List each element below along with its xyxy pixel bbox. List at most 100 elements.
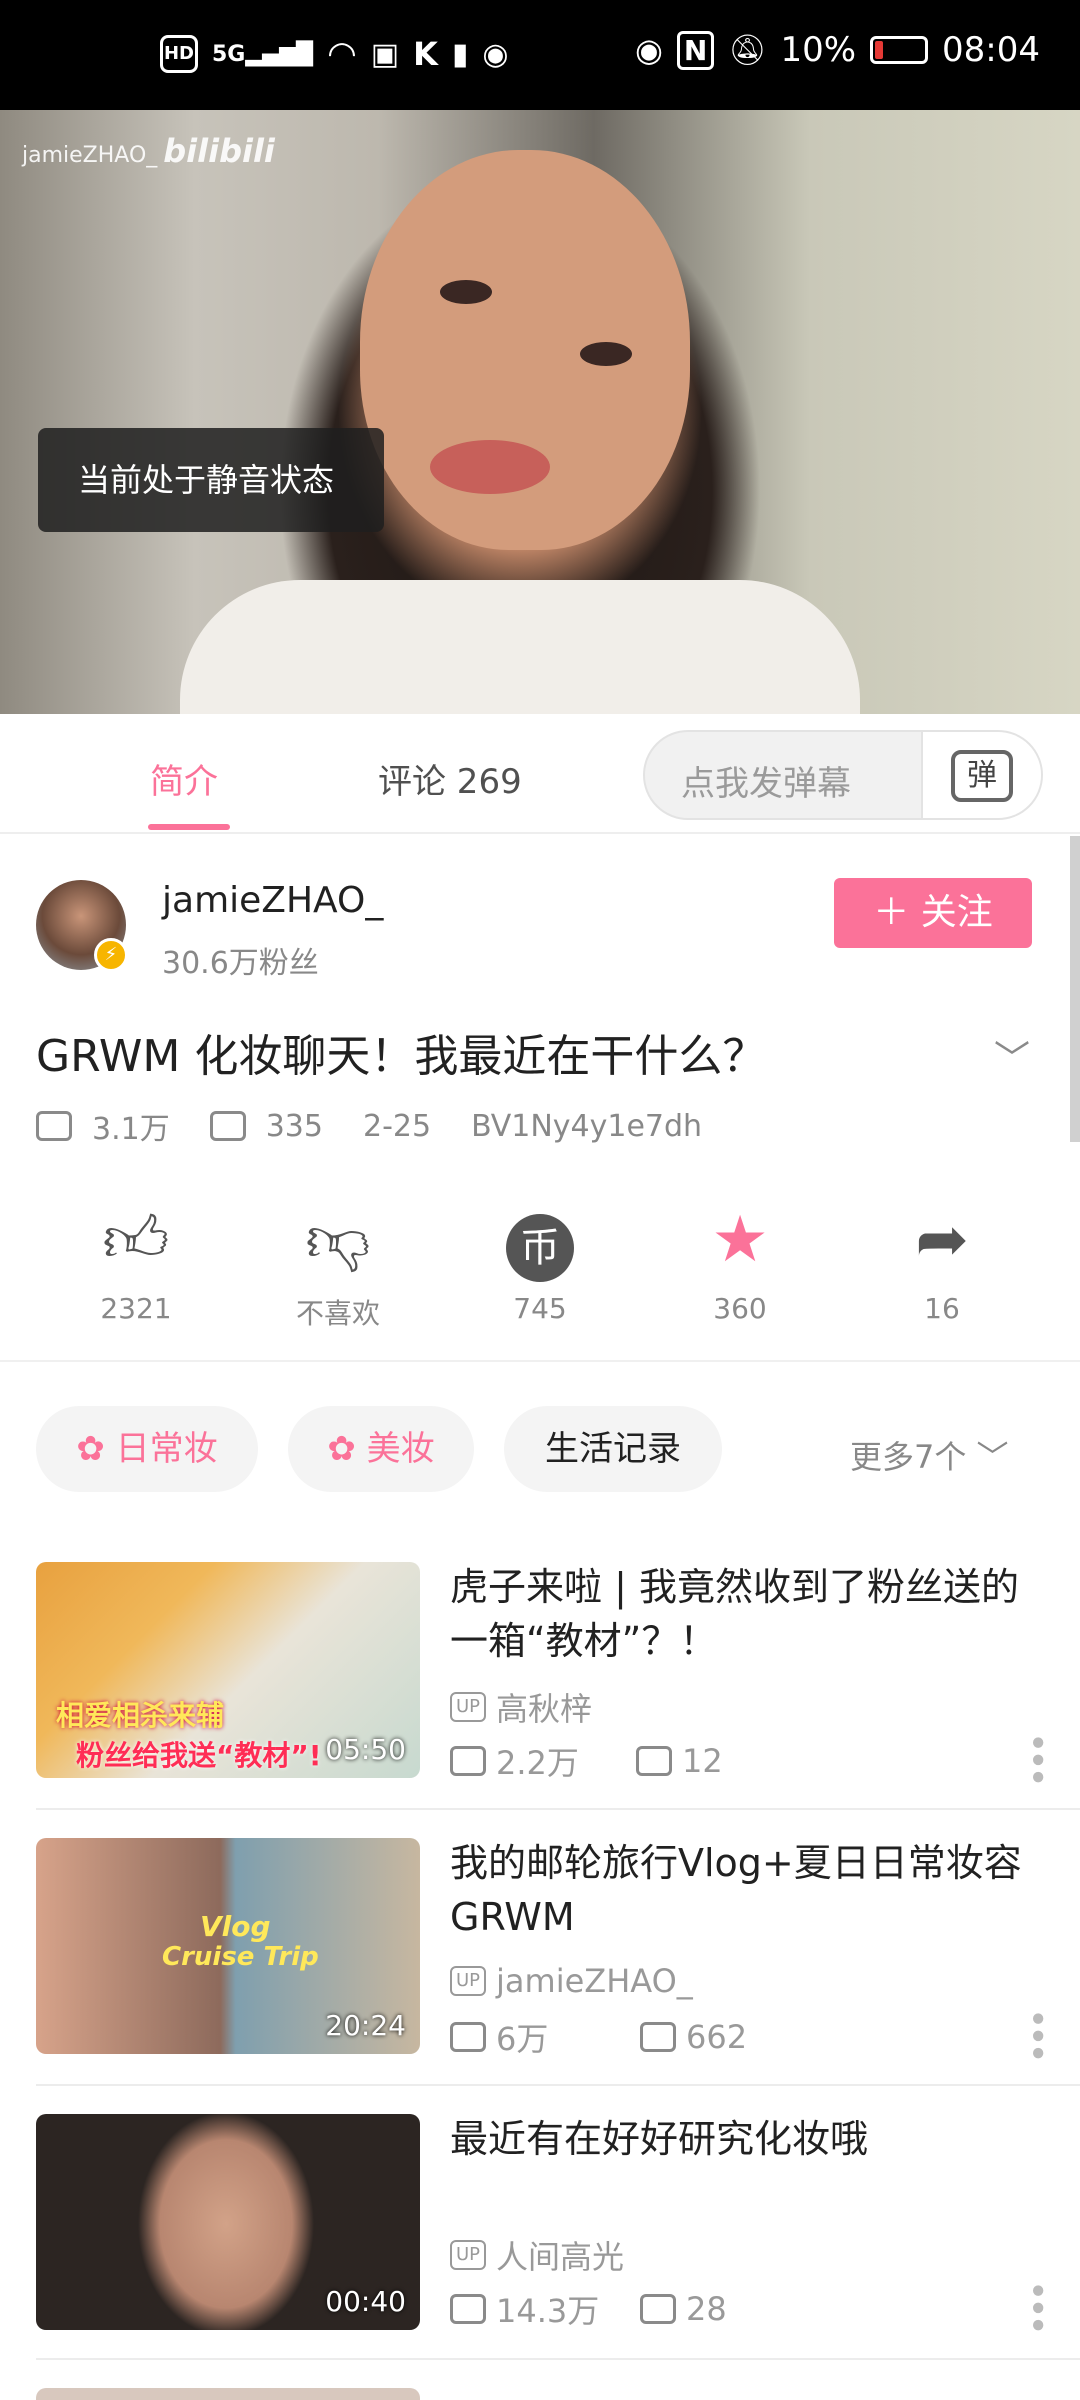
video-watermark: jamieZHAO_ bilibili bbox=[22, 132, 275, 170]
thumb-caption: 相爱相杀来辅 bbox=[56, 1699, 225, 1732]
thumb-caption: Vlog bbox=[200, 1910, 271, 1943]
more-options-icon[interactable]: ••• bbox=[1016, 1732, 1057, 1784]
tab-comments[interactable]: 评论 269 bbox=[378, 754, 522, 803]
tv-icon: ▣ bbox=[370, 36, 400, 72]
watermark-brand: bilibili bbox=[163, 132, 275, 170]
hd-icon: HD bbox=[160, 35, 198, 73]
video-thumbnail[interactable]: Vlog Cruise Trip 20:24 bbox=[36, 1838, 420, 2054]
danmaku-count-icon bbox=[209, 1111, 246, 1141]
more-tags-button[interactable]: 更多7个 ﹀ bbox=[850, 1432, 1009, 1478]
video-frame-lips bbox=[430, 440, 550, 494]
star-icon: ★ bbox=[711, 1203, 769, 1277]
danmaku-count: 28 bbox=[686, 2290, 727, 2328]
share-button[interactable]: ➦ 16 bbox=[862, 1200, 1022, 1325]
thumb-caption: Cruise Trip bbox=[162, 1942, 319, 1972]
danmaku-toggle-button[interactable]: 弹 bbox=[921, 732, 1041, 818]
view-count: 6万 bbox=[496, 2020, 549, 2058]
tag-label: 日常妆 bbox=[115, 1429, 218, 1469]
related-uploader: UP 人间高光 bbox=[450, 2232, 624, 2278]
danmaku-input[interactable]: 点我发弹幕 弹 bbox=[643, 730, 1043, 820]
tag-label: 生活记录 bbox=[545, 1429, 681, 1469]
danmaku-count: 662 bbox=[686, 2018, 748, 2056]
danmaku-count: 12 bbox=[682, 1742, 723, 1780]
wifi-icon: ◠ bbox=[327, 34, 357, 74]
status-bar: HD 5G▂▄▆█ ◠ ▣ K ▮ ◉ ◉ N 🔕︎ 10% 08:04 bbox=[0, 0, 1080, 110]
uploader-name: 人间高光 bbox=[496, 2238, 625, 2276]
video-thumbnail[interactable]: 00:40 bbox=[36, 2114, 420, 2330]
divider bbox=[36, 2358, 1080, 2360]
signal-5g-icon: 5G▂▄▆█ bbox=[212, 41, 314, 67]
more-tags-label: 更多7个 bbox=[850, 1438, 967, 1476]
battery-icon bbox=[870, 36, 929, 64]
tag-bar: ✿ 日常妆 ✿ 美妆 生活记录 更多7个 ﹀ bbox=[0, 1400, 1080, 1500]
video-duration: 20:24 bbox=[325, 2009, 406, 2042]
related-stats: 2.2万 12 bbox=[450, 1738, 723, 1784]
play-count-icon bbox=[450, 2294, 486, 2324]
related-video-title: 虎子来啦 | 我竟然收到了粉丝送的一箱“教材”？！ bbox=[450, 1565, 1019, 1663]
view-count: 14.3万 bbox=[496, 2292, 600, 2330]
view-count: 3.1万 bbox=[92, 1112, 170, 1147]
eye-icon: ◉ bbox=[634, 31, 663, 69]
mute-icon: 🔕︎ bbox=[728, 32, 767, 68]
dislike-button[interactable]: 👎︎ 不喜欢 bbox=[258, 1200, 418, 1332]
related-stats: 14.3万 28 bbox=[450, 2286, 727, 2332]
like-count: 2321 bbox=[100, 1292, 172, 1325]
play-count-icon bbox=[450, 2022, 486, 2052]
uploader-name: 高秋梓 bbox=[496, 1690, 593, 1728]
cluster-icon: ✿ bbox=[76, 1429, 116, 1469]
favorite-button[interactable]: ★ 360 bbox=[660, 1200, 820, 1325]
video-frame-face bbox=[360, 150, 690, 550]
battery-percent: 10% bbox=[780, 30, 857, 70]
up-badge-icon: UP bbox=[450, 2240, 487, 2270]
related-video-card-partial[interactable] bbox=[36, 2388, 420, 2400]
related-video-title: 最近有在好好研究化妆哦 bbox=[450, 2117, 869, 2161]
tab-intro[interactable]: 简介 bbox=[150, 754, 218, 803]
related-video-title: 我的邮轮旅行Vlog+夏日日常妆容GRWM bbox=[450, 1841, 1022, 1939]
more-options-icon[interactable]: ••• bbox=[1016, 2008, 1057, 2060]
thumbs-down-icon: 👎︎ bbox=[305, 1203, 371, 1277]
danmaku-placeholder: 点我发弹幕 bbox=[681, 764, 851, 804]
share-icon: ➦ bbox=[915, 1203, 969, 1277]
alert-icon: ▮ bbox=[451, 36, 469, 72]
publish-date: 2-25 bbox=[362, 1108, 432, 1144]
thumbs-up-icon: 👍︎ bbox=[102, 1203, 170, 1277]
play-count-icon bbox=[450, 1746, 486, 1776]
status-left-icons: HD 5G▂▄▆█ ◠ ▣ K ▮ ◉ bbox=[160, 34, 509, 74]
related-video-card[interactable]: Vlog Cruise Trip 20:24 我的邮轮旅行Vlog+夏日日常妆容… bbox=[0, 1818, 1080, 2094]
tag-chip[interactable]: ✿ 美妆 bbox=[288, 1406, 474, 1492]
up-badge-icon: UP bbox=[450, 1692, 487, 1722]
danmaku-count-icon bbox=[640, 2022, 676, 2052]
k-icon: K bbox=[413, 35, 438, 73]
favorite-count: 360 bbox=[713, 1292, 767, 1325]
danmaku-count: 335 bbox=[265, 1108, 323, 1144]
more-options-icon[interactable]: ••• bbox=[1016, 2280, 1057, 2332]
like-button[interactable]: 👍︎ 2321 bbox=[56, 1200, 216, 1325]
follow-button[interactable]: ＋ 关注 bbox=[834, 878, 1032, 948]
cluster-icon: ✿ bbox=[327, 1429, 367, 1469]
verified-badge-icon: ⚡ bbox=[94, 938, 128, 972]
up-badge-icon: UP bbox=[450, 1966, 487, 1996]
related-video-card[interactable]: 00:40 最近有在好好研究化妆哦 UP 人间高光 14.3万 28 ••• bbox=[0, 2094, 1080, 2370]
video-thumbnail[interactable]: 相爱相杀来辅 粉丝给我送“教材”! 05:50 bbox=[36, 1562, 420, 1778]
tab-active-indicator bbox=[148, 824, 230, 830]
thumb-caption: 粉丝给我送“教材”! bbox=[76, 1739, 322, 1772]
coin-button[interactable]: 币 745 bbox=[460, 1200, 620, 1325]
video-player[interactable]: jamieZHAO_ bilibili 当前处于静音状态 bbox=[0, 110, 1080, 714]
tag-chip[interactable]: ✿ 日常妆 bbox=[36, 1406, 258, 1492]
clock: 08:04 bbox=[942, 30, 1040, 70]
nfc-icon: N bbox=[676, 30, 715, 70]
related-video-card[interactable]: 相爱相杀来辅 粉丝给我送“教材”! 05:50 虎子来啦 | 我竟然收到了粉丝送… bbox=[0, 1542, 1080, 1818]
chevron-down-icon: ﹀ bbox=[976, 1438, 1009, 1476]
play-count-icon bbox=[36, 1111, 72, 1141]
status-right-icons: ◉ N 🔕︎ 10% 08:04 bbox=[635, 30, 1040, 70]
scrollbar[interactable] bbox=[1070, 836, 1080, 1142]
bvid: BV1Ny4y1e7dh bbox=[471, 1108, 703, 1144]
tag-chip[interactable]: 生活记录 bbox=[504, 1406, 722, 1492]
uploader-name[interactable]: jamieZHAO_ bbox=[162, 880, 383, 921]
chevron-down-icon[interactable]: ﹀ bbox=[994, 1030, 1030, 1082]
video-frame-shirt bbox=[180, 580, 860, 714]
danmaku-count-icon bbox=[640, 2294, 676, 2324]
dislike-label: 不喜欢 bbox=[295, 1297, 380, 1330]
view-count: 2.2万 bbox=[496, 1744, 579, 1782]
uploader-fans: 30.6万粉丝 bbox=[162, 946, 319, 981]
